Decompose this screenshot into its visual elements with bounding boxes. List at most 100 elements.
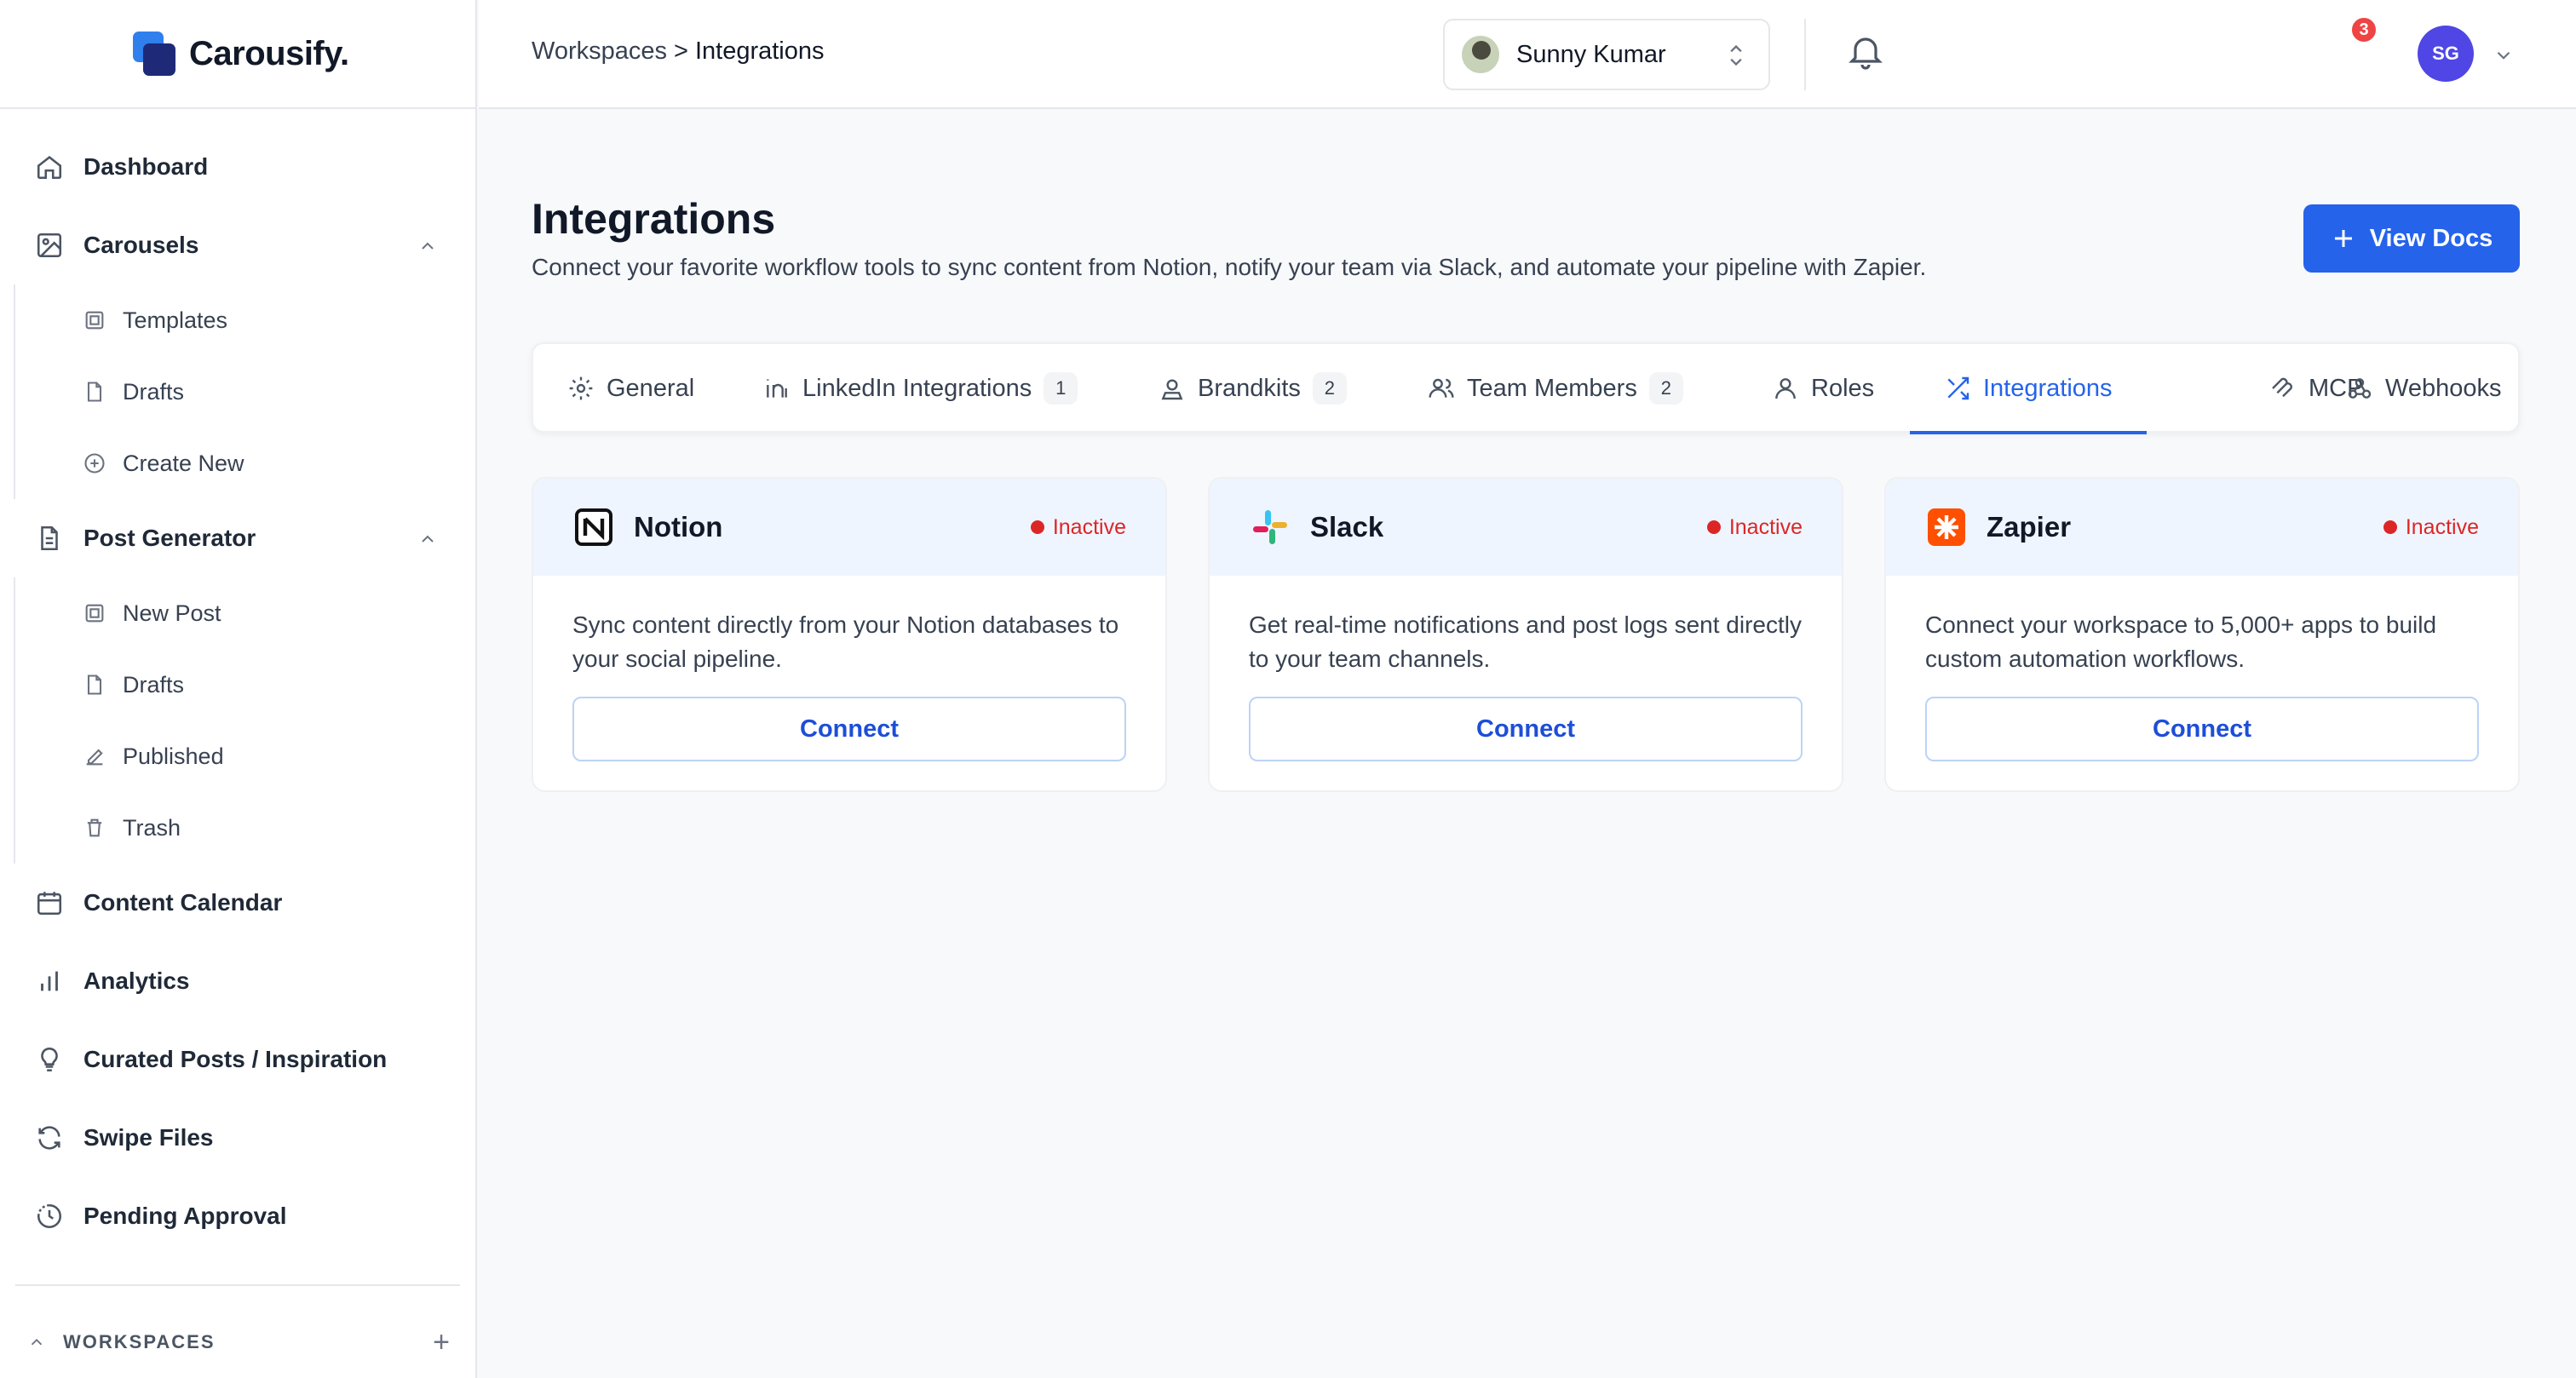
tab-integrations[interactable]: Integrations xyxy=(1910,344,2147,434)
template-icon xyxy=(80,599,109,628)
tab-label: Webhooks xyxy=(2385,374,2502,402)
card-header: Slack Inactive xyxy=(1210,479,1842,576)
status-badge: Inactive xyxy=(2383,515,2479,540)
page-subtitle: Connect your favorite workflow tools to … xyxy=(532,254,1927,280)
sidebar-item-swipe-files[interactable]: Swipe Files xyxy=(0,1099,475,1177)
sidebar-item-label: Content Calendar xyxy=(83,889,283,916)
status-text: Inactive xyxy=(1052,514,1126,539)
view-docs-label: View Docs xyxy=(2369,224,2493,252)
notion-logo-icon xyxy=(572,506,615,548)
chevron-down-icon[interactable] xyxy=(2493,44,2515,71)
sidebar-subitem-label: New Post xyxy=(123,600,221,626)
plus-icon xyxy=(2334,230,2352,247)
connect-slack-button[interactable]: Connect xyxy=(1249,697,1803,761)
integration-description: Connect your workspace to 5,000+ apps to… xyxy=(1925,611,2437,672)
chevron-up-icon[interactable] xyxy=(417,235,438,262)
view-docs-button[interactable]: View Docs xyxy=(2303,204,2520,273)
sidebar-subitem-new-post[interactable]: New Post xyxy=(15,577,475,649)
sidebar-item-curated-posts[interactable]: Curated Posts / Inspiration xyxy=(0,1020,475,1099)
breadcrumb-integrations: Integrations xyxy=(694,37,825,65)
pen-icon xyxy=(80,742,109,771)
chevron-up-icon[interactable] xyxy=(417,528,438,555)
connect-notion-button[interactable]: Connect xyxy=(572,697,1126,761)
post-generator-submenu: New Post Drafts Published Trash xyxy=(14,577,475,864)
bar-chart-icon xyxy=(32,964,66,998)
tab-label: LinkedIn Integrations xyxy=(802,374,1032,402)
breadcrumb-workspaces[interactable]: Workspaces xyxy=(532,37,667,66)
tab-roles[interactable]: Roles xyxy=(1772,344,1874,433)
sidebar-item-pending-approval[interactable]: Pending Approval xyxy=(0,1177,475,1255)
status-dot xyxy=(2383,520,2397,534)
status-dot xyxy=(1030,520,1044,534)
integration-description: Get real-time notifications and post log… xyxy=(1249,611,1802,672)
sidebar-subitem-trash[interactable]: Trash xyxy=(15,792,475,864)
tab-linkedin-integrations[interactable]: LinkedIn Integrations 1 xyxy=(763,344,1078,433)
tab-label: Integrations xyxy=(1983,374,2113,402)
sidebar-subitem-label: Published xyxy=(123,743,224,769)
shuffle-icon xyxy=(1947,376,1969,400)
mcp-icon xyxy=(2272,377,2292,398)
sidebar: Carousify. Dashboard Carousels Templates xyxy=(0,0,477,1378)
user-badge-icon xyxy=(1161,379,1183,400)
tab-count-badge: 2 xyxy=(1648,372,1683,405)
workspaces-label: WORKSPACES xyxy=(63,1331,216,1352)
tab-general[interactable]: General xyxy=(567,344,694,433)
gear-icon xyxy=(569,376,593,400)
add-workspace-button[interactable]: + xyxy=(433,1326,450,1359)
workspaces-section-header[interactable]: WORKSPACES + xyxy=(27,1325,450,1359)
sidebar-item-post-generator[interactable]: Post Generator xyxy=(0,499,475,577)
sidebar-item-label: Post Generator xyxy=(83,525,256,551)
refresh-icon xyxy=(32,1121,66,1155)
sidebar-item-label: Pending Approval xyxy=(83,1203,287,1229)
sidebar-nav: Dashboard Carousels Templates Drafts Cre… xyxy=(0,109,475,1255)
linkedin-icon xyxy=(767,379,787,398)
file-icon xyxy=(80,670,109,699)
sidebar-item-label: Curated Posts / Inspiration xyxy=(83,1046,388,1072)
sidebar-subitem-published[interactable]: Published xyxy=(15,721,475,792)
tab-brandkits[interactable]: Brandkits 2 xyxy=(1159,344,1347,433)
zapier-logo-icon xyxy=(1925,506,1968,548)
tab-webhooks[interactable]: Webhooks xyxy=(2346,344,2502,433)
plus-circle-icon xyxy=(80,449,109,478)
users-icon xyxy=(1429,378,1454,398)
tab-label: Brandkits xyxy=(1198,374,1301,402)
sidebar-item-analytics[interactable]: Analytics xyxy=(0,942,475,1020)
bell-icon[interactable] xyxy=(1845,31,1893,78)
avatar[interactable]: SG xyxy=(2418,26,2474,82)
status-dot xyxy=(1706,520,1721,534)
sidebar-subitem-drafts[interactable]: Drafts xyxy=(15,649,475,721)
sidebar-subitem-label: Templates xyxy=(123,307,228,333)
sidebar-subitem-label: Create New xyxy=(123,450,244,476)
user-name: Sunny Kumar xyxy=(1516,40,1666,68)
clock-dashed-icon xyxy=(32,1199,66,1233)
user-avatar xyxy=(1462,36,1499,73)
sidebar-subitem-drafts[interactable]: Drafts xyxy=(15,356,475,428)
user-switcher[interactable]: Sunny Kumar xyxy=(1443,19,1770,90)
sidebar-item-label: Analytics xyxy=(83,967,190,994)
sidebar-subitem-templates[interactable]: Templates xyxy=(15,284,475,356)
tab-label: Roles xyxy=(1811,374,1875,402)
chevron-up-down-icon xyxy=(1724,41,1748,77)
tab-label: General xyxy=(607,374,695,402)
tab-count-badge: 2 xyxy=(1312,372,1347,405)
document-icon xyxy=(32,521,66,555)
page-title: Integrations xyxy=(532,195,776,243)
connect-zapier-button[interactable]: Connect xyxy=(1925,697,2479,761)
sidebar-subitem-label: Drafts xyxy=(123,378,185,405)
app-logo[interactable]: Carousify. xyxy=(0,0,475,109)
integration-card-slack: Slack Inactive Get real-time notificatio… xyxy=(1208,477,1843,792)
sidebar-item-label: Dashboard xyxy=(83,153,209,180)
sidebar-item-dashboard[interactable]: Dashboard xyxy=(0,128,475,206)
integration-name: Slack xyxy=(1310,511,1384,543)
sidebar-item-carousels[interactable]: Carousels xyxy=(0,206,475,284)
status-text: Inactive xyxy=(1728,514,1803,539)
tab-team-members[interactable]: Team Members 2 xyxy=(1428,344,1683,433)
sidebar-divider xyxy=(15,1284,460,1286)
file-icon xyxy=(80,377,109,406)
chevron-up-icon[interactable] xyxy=(27,1333,46,1352)
sidebar-subitem-create-new[interactable]: Create New xyxy=(15,428,475,499)
sidebar-item-label: Swipe Files xyxy=(83,1124,214,1151)
home-icon xyxy=(32,150,66,184)
sidebar-item-content-calendar[interactable]: Content Calendar xyxy=(0,864,475,942)
carousels-submenu: Templates Drafts Create New xyxy=(14,284,475,499)
